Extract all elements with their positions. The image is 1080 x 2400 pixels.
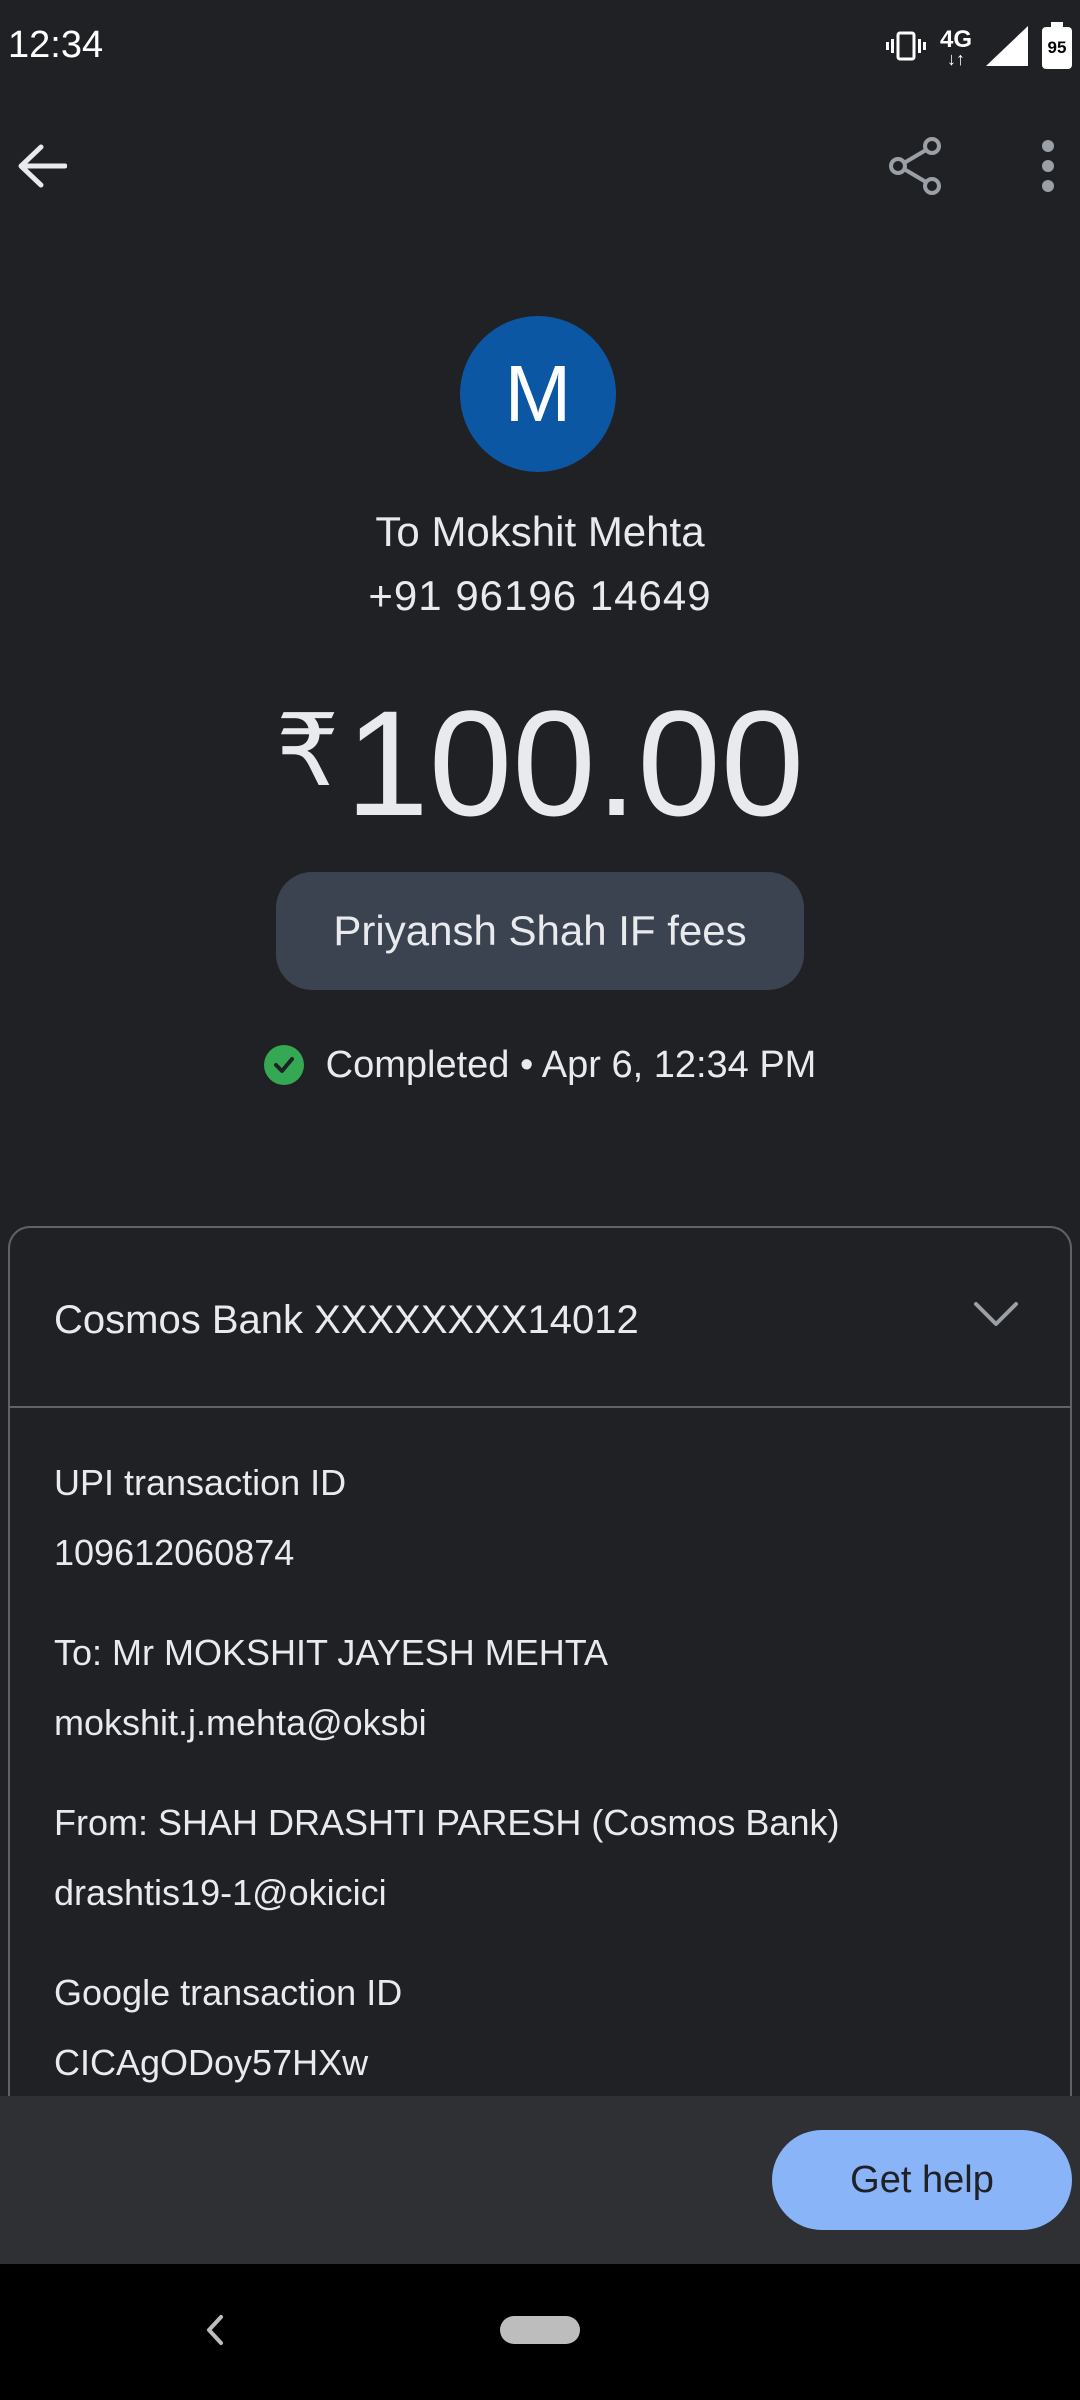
network-4g-icon: 4G ↓↑: [939, 26, 972, 69]
battery-level: 95: [1047, 38, 1067, 57]
share-icon: [888, 136, 944, 201]
payee-phone: +91 96196 14649: [368, 572, 712, 619]
more-vert-icon: [1040, 139, 1056, 197]
transaction-details-card: Cosmos Bank XXXXXXXX14012 UPI transactio…: [8, 1226, 1072, 2226]
status-datetime: Apr 6, 12:34 PM: [541, 1043, 817, 1086]
from-upi-id: drashtis19-1@okicici: [54, 1872, 387, 1913]
more-options-button[interactable]: [1008, 128, 1080, 208]
battery-icon: 95: [1042, 22, 1072, 69]
currency-symbol: ₹: [275, 695, 340, 807]
nav-back-button[interactable]: [190, 2304, 240, 2360]
google-transaction-id-label: Google transaction ID: [54, 1972, 403, 2013]
avatar-initial: M: [504, 349, 572, 438]
from-account-label: From: SHAH DRASHTI PARESH (Cosmos Bank): [54, 1802, 840, 1843]
transaction-details-screen: 12:34 4G ↓↑ 95 M To Mokshit Mehta +91 96…: [0, 0, 1080, 2400]
status-text: Completed: [325, 1043, 510, 1086]
status-icons: 4G ↓↑ 95: [885, 22, 1072, 72]
check-circle-icon: [263, 1045, 304, 1085]
payment-note-text: Priyansh Shah IF fees: [333, 907, 747, 954]
upi-transaction-id-value: 109612060874: [54, 1532, 295, 1573]
nav-home-pill[interactable]: [500, 2316, 580, 2344]
back-arrow-icon: [17, 144, 68, 193]
app-bar: [0, 120, 1080, 220]
bank-account-label: Cosmos Bank XXXXXXXX14012: [54, 1298, 639, 1342]
status-separator: •: [519, 1043, 534, 1086]
upi-transaction-id-label: UPI transaction ID: [54, 1462, 347, 1503]
signal-icon: [986, 25, 1028, 71]
get-help-label: Get help: [850, 2158, 994, 2201]
amount-value: 100.00: [345, 679, 805, 847]
nav-back-icon: [205, 2314, 225, 2351]
status-bar: 12:34 4G ↓↑ 95: [0, 0, 1080, 96]
avatar: M: [460, 316, 616, 472]
to-upi-id: mokshit.j.mehta@oksbi: [54, 1702, 427, 1743]
share-button[interactable]: [876, 128, 956, 208]
status-time: 12:34: [8, 24, 104, 66]
to-account-label: To: Mr MOKSHIT JAYESH MEHTA: [54, 1632, 609, 1673]
payee-name: To Mokshit Mehta: [375, 508, 705, 555]
get-help-button[interactable]: Get help: [772, 2130, 1072, 2230]
vibrate-icon: [885, 29, 926, 68]
bank-account-row[interactable]: Cosmos Bank XXXXXXXX14012: [10, 1228, 1070, 1408]
payment-note: Priyansh Shah IF fees: [276, 872, 804, 990]
network-type: 4G: [939, 26, 972, 53]
chevron-down-icon[interactable]: [966, 1284, 1026, 1344]
payment-status: Completed • Apr 6, 12:34 PM: [0, 1040, 1080, 1090]
back-button[interactable]: [2, 128, 82, 208]
amount: ₹100.00: [0, 676, 1080, 886]
google-transaction-id-value: CICAgODoy57HXw: [54, 2042, 369, 2083]
system-nav-bar: [0, 2264, 1080, 2400]
